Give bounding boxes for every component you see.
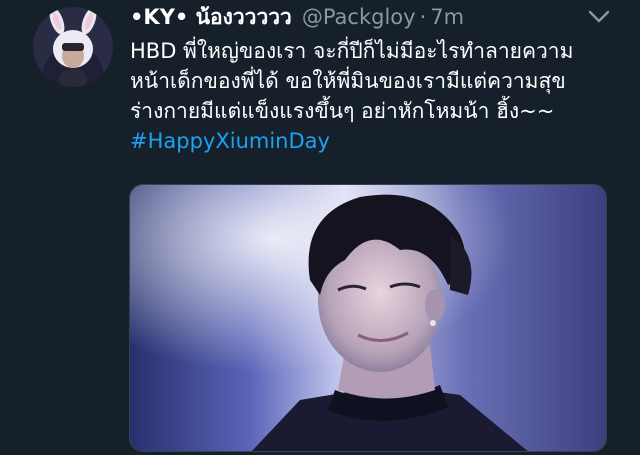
photo — [130, 185, 606, 451]
tweet-header: •KY• น้องววววว @Packgloy · 7m — [130, 2, 464, 32]
tweet: •KY• น้องววววว @Packgloy · 7m HBD พี่ใหญ… — [0, 0, 640, 455]
chevron-down-icon[interactable] — [587, 9, 611, 25]
tweet-media-image[interactable] — [129, 184, 607, 452]
tweet-text: HBD พี่ใหญ่ของเรา จะกี่ปีก็ไม่มีอะไรทำลา… — [130, 36, 625, 156]
tweet-text-line: ร่างกายมีแต่แข็งแรงขึ้นๆ อย่าหักโหมน้า ฮ… — [130, 99, 555, 123]
avatar[interactable] — [33, 7, 113, 87]
tweet-text-line: HBD พี่ใหญ่ของเรา จะกี่ปีก็ไม่มีอะไรทำลา… — [130, 39, 574, 63]
separator-dot: · — [419, 5, 427, 29]
display-name[interactable]: •KY• น้องววววว — [130, 1, 292, 34]
tweet-text-line: หน้าเด็กของพี่ได้ ขอให้พี่มินของเรามีแต่… — [130, 69, 566, 93]
avatar-image — [33, 7, 113, 87]
hashtag-link[interactable]: #HappyXiuminDay — [130, 126, 625, 156]
timestamp[interactable]: 7m — [430, 5, 464, 29]
user-handle[interactable]: @Packgloy — [302, 5, 416, 29]
